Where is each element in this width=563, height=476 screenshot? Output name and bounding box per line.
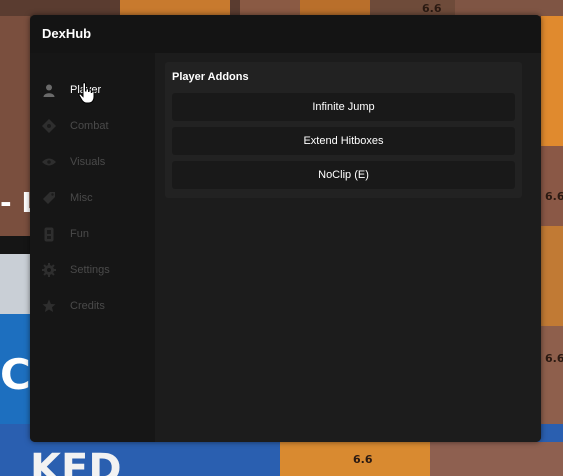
bg-crate bbox=[120, 0, 230, 16]
sidebar-item-label: Credits bbox=[70, 300, 105, 312]
bg-crate bbox=[240, 0, 300, 16]
bg-crate bbox=[455, 0, 563, 16]
sidebar-item-label: Settings bbox=[70, 264, 110, 276]
player-addons-section: Player Addons Infinite Jump Extend Hitbo… bbox=[165, 62, 522, 198]
section-title: Player Addons bbox=[172, 71, 249, 83]
bg-crate bbox=[370, 0, 460, 16]
bg-strip bbox=[0, 236, 30, 254]
sidebar-item-label: Fun bbox=[70, 228, 89, 240]
crate-label: 6.6 bbox=[353, 453, 373, 466]
tag-icon bbox=[42, 191, 56, 205]
sidebar-item-label: Combat bbox=[70, 120, 109, 132]
bg-crate bbox=[541, 146, 563, 226]
sidebar-item-label: Visuals bbox=[70, 156, 106, 168]
sidebar-item-combat[interactable]: Combat bbox=[30, 111, 155, 141]
sidebar-item-label: Misc bbox=[70, 192, 93, 204]
noclip-button[interactable]: NoClip (E) bbox=[172, 161, 515, 189]
bg-sign-text: C bbox=[0, 350, 31, 399]
crate-label: 6.6 bbox=[545, 352, 563, 365]
bg-sign-text: KED bbox=[30, 446, 122, 476]
window-title: DexHub bbox=[42, 26, 92, 41]
title-bar[interactable]: DexHub bbox=[30, 15, 541, 53]
sidebar-item-misc[interactable]: Misc bbox=[30, 183, 155, 213]
sidebar-item-credits[interactable]: Credits bbox=[30, 291, 155, 321]
crate-label: 6.6 bbox=[422, 2, 442, 15]
crate-label: 6.6 bbox=[545, 190, 563, 203]
sidebar: Player Combat Visuals Misc Fun bbox=[30, 53, 155, 442]
bg-crate bbox=[541, 16, 563, 146]
gamepad-icon bbox=[42, 227, 56, 241]
gear-icon bbox=[42, 263, 56, 277]
star-icon bbox=[42, 299, 56, 313]
bg-sign bbox=[0, 254, 30, 314]
main-content: Player Addons Infinite Jump Extend Hitbo… bbox=[156, 53, 541, 442]
hand-cursor-icon bbox=[78, 82, 96, 104]
eye-icon bbox=[42, 155, 56, 169]
sidebar-item-fun[interactable]: Fun bbox=[30, 219, 155, 249]
target-icon bbox=[42, 119, 56, 133]
sidebar-item-visuals[interactable]: Visuals bbox=[30, 147, 155, 177]
person-icon bbox=[42, 83, 56, 97]
bg-crate bbox=[300, 0, 370, 16]
bg-crate bbox=[430, 442, 563, 476]
infinite-jump-button[interactable]: Infinite Jump bbox=[172, 93, 515, 121]
extend-hitboxes-button[interactable]: Extend Hitboxes bbox=[172, 127, 515, 155]
sidebar-item-settings[interactable]: Settings bbox=[30, 255, 155, 285]
bg-crate bbox=[541, 226, 563, 326]
dexhub-window: DexHub Player Combat Visuals Misc bbox=[30, 15, 541, 442]
